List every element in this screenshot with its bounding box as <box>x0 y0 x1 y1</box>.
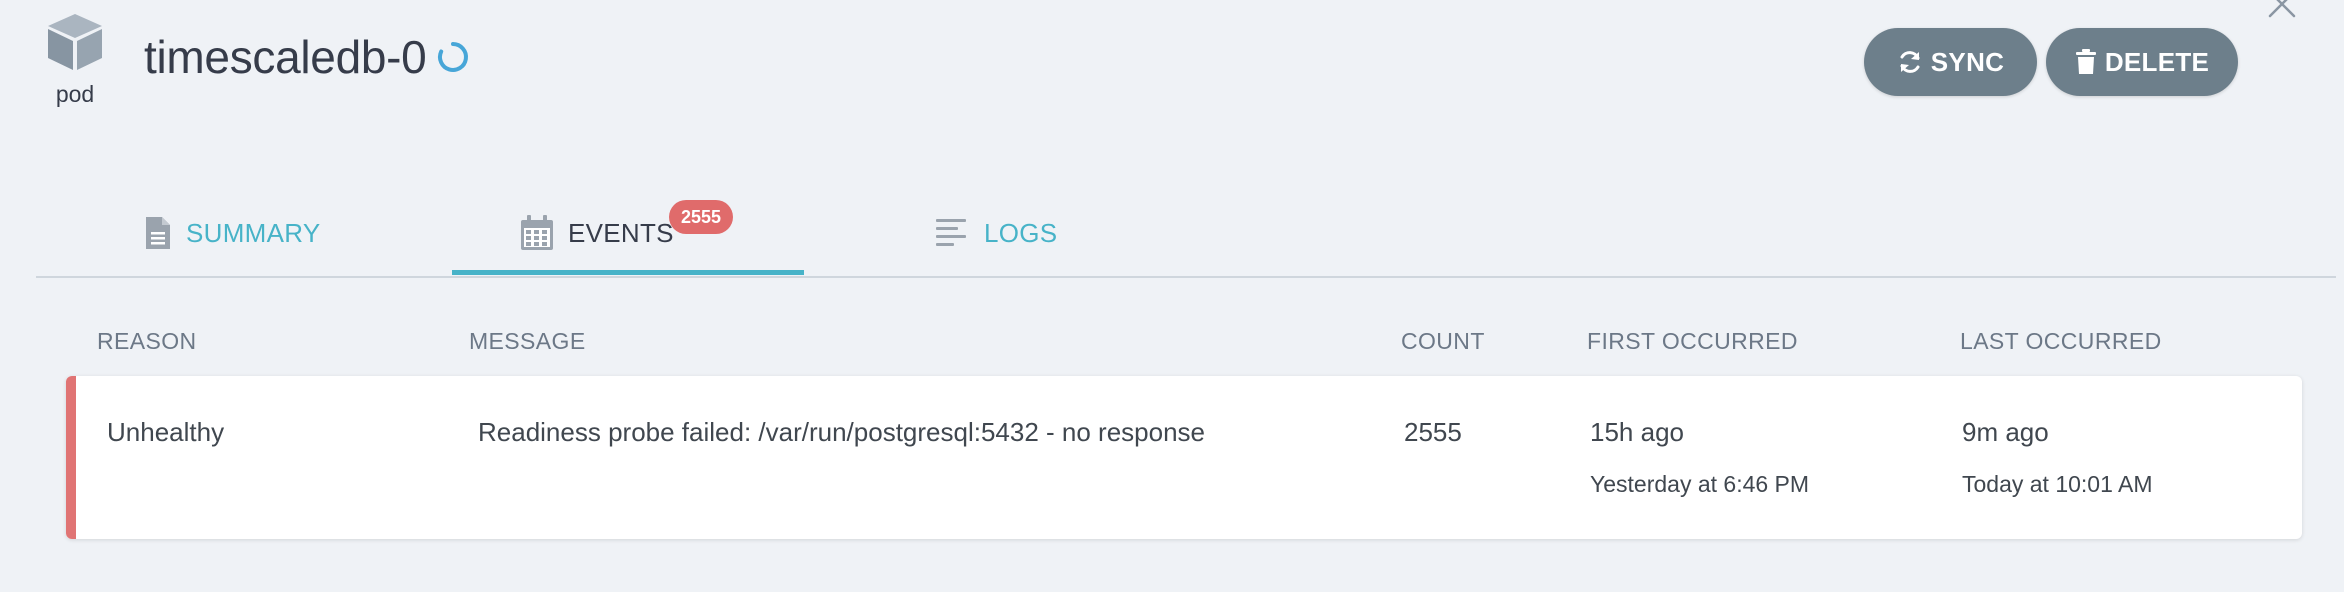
event-first-occurred-relative: 15h ago <box>1590 417 1684 447</box>
tab-logs[interactable]: LOGS <box>936 190 1057 276</box>
column-header-count: COUNT <box>1401 328 1485 354</box>
tab-bar: SUMMARY EVENTS 2555 LOGS <box>36 190 2336 278</box>
trash-icon <box>2075 49 2096 74</box>
event-first-occurred-absolute: Yesterday at 6:46 PM <box>1590 471 1810 497</box>
event-last-occurred-relative: 9m ago <box>1962 417 2049 447</box>
tab-summary[interactable]: SUMMARY <box>144 190 321 276</box>
resource-kind: pod <box>44 12 106 108</box>
column-header-first-occurred: FIRST OCCURRED <box>1587 328 1798 354</box>
event-reason: Unhealthy <box>107 417 225 447</box>
table-row[interactable]: Unhealthy Readiness probe failed: /var/r… <box>66 376 2302 539</box>
sync-icon <box>1900 51 1920 73</box>
column-header-reason: REASON <box>97 328 197 354</box>
tab-events[interactable]: EVENTS <box>520 190 674 276</box>
resource-kind-label: pod <box>55 81 95 107</box>
event-message: Readiness probe failed: /var/run/postgre… <box>478 417 1205 447</box>
active-tab-indicator <box>452 270 804 275</box>
column-header-last-occurred: LAST OCCURRED <box>1960 328 2162 354</box>
calendar-icon <box>521 215 553 250</box>
column-header-message: MESSAGE <box>469 328 586 354</box>
sync-button-label: SYNC <box>1930 46 2005 77</box>
warning-stripe <box>66 376 76 539</box>
progressing-spinner-icon <box>438 42 469 72</box>
tab-logs-label: LOGS <box>984 217 1058 248</box>
event-last-occurred-absolute: Today at 10:01 AM <box>1962 471 2153 497</box>
events-count-badge: 2555 <box>669 200 734 234</box>
delete-button[interactable]: DELETE <box>2046 28 2238 96</box>
tab-events-label: EVENTS <box>568 217 674 248</box>
event-count: 2555 <box>1404 417 1462 447</box>
align-left-icon <box>936 219 966 246</box>
cube-icon <box>48 14 102 70</box>
file-text-icon <box>146 217 170 249</box>
tab-summary-label: SUMMARY <box>186 217 321 248</box>
page-title: timescaledb-0 <box>144 30 470 84</box>
close-icon[interactable] <box>2264 0 2300 22</box>
sync-button[interactable]: SYNC <box>1864 28 2037 96</box>
resource-name: timescaledb-0 <box>144 31 427 83</box>
delete-button-label: DELETE <box>2104 46 2210 77</box>
